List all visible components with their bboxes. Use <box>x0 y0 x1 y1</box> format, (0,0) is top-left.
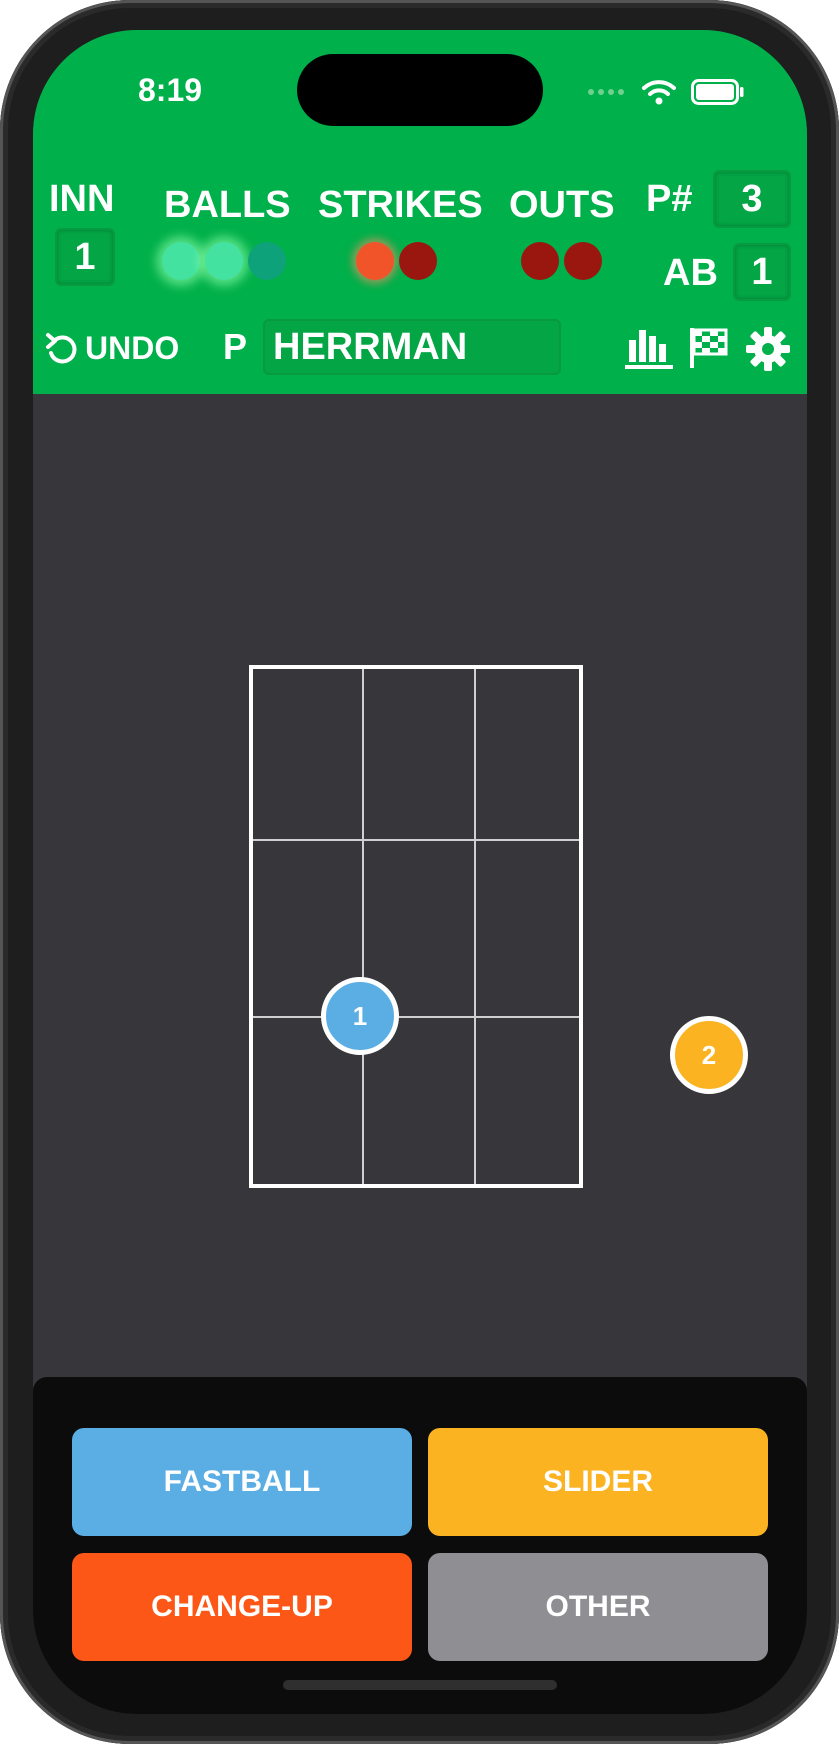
slider-button[interactable]: SLIDER <box>428 1428 768 1536</box>
pitcher-label: P <box>223 326 248 367</box>
strike-indicator-2[interactable] <box>399 242 437 280</box>
phone-frame: 8:19 INN BALLS STRIKES OUTS P# 3 1 AB 1 … <box>0 0 839 1744</box>
zone-gridline <box>253 839 579 841</box>
fastball-button[interactable]: FASTBALL <box>72 1428 412 1536</box>
home-indicator[interactable] <box>283 1680 557 1690</box>
inning-value[interactable]: 1 <box>55 228 115 286</box>
scoreboard-header: 8:19 INN BALLS STRIKES OUTS P# 3 1 AB 1 … <box>33 30 807 394</box>
battery-icon <box>691 79 744 105</box>
pitch-count-value[interactable]: 3 <box>713 170 791 228</box>
signal-dots-icon <box>588 89 624 95</box>
screen: 8:19 INN BALLS STRIKES OUTS P# 3 1 AB 1 … <box>33 30 807 1714</box>
pitch-count-label: P# <box>646 178 693 220</box>
zone-gridline <box>474 669 476 1184</box>
inning-label: INN <box>49 178 115 220</box>
undo-label: UNDO <box>85 330 180 366</box>
pitch-type-tray: FASTBALL SLIDER CHANGE-UP OTHER <box>33 1377 807 1714</box>
balls-label: BALLS <box>164 184 291 226</box>
ball-indicator-3[interactable] <box>248 242 286 280</box>
gear-icon[interactable] <box>745 326 791 372</box>
dynamic-island <box>297 54 543 126</box>
strikes-label: STRIKES <box>318 184 483 226</box>
pitcher-name: HERRMAN <box>273 325 468 368</box>
pitcher-name-field[interactable]: HERRMAN <box>263 319 561 375</box>
ball-indicator-1[interactable] <box>162 242 200 280</box>
zone-gridline <box>362 669 364 1184</box>
at-bat-value[interactable]: 1 <box>733 243 791 301</box>
pitch-marker-2[interactable]: 2 <box>670 1016 748 1094</box>
pitch-marker-1[interactable]: 1 <box>321 977 399 1055</box>
strike-indicator-1[interactable] <box>356 242 394 280</box>
other-button[interactable]: OTHER <box>428 1553 768 1661</box>
status-time: 8:19 <box>138 72 203 108</box>
outs-label: OUTS <box>509 184 615 226</box>
undo-button[interactable]: UNDO <box>45 330 179 367</box>
out-indicator-1[interactable] <box>521 242 559 280</box>
out-indicator-2[interactable] <box>564 242 602 280</box>
undo-icon <box>46 332 77 363</box>
ball-indicator-2[interactable] <box>205 242 243 280</box>
wifi-icon <box>642 80 676 105</box>
at-bat-label: AB <box>663 252 718 294</box>
checkered-flag-icon[interactable] <box>688 326 730 370</box>
stats-chart-icon[interactable] <box>625 326 673 370</box>
zone-gridline <box>253 1016 579 1018</box>
strike-zone[interactable] <box>249 665 583 1188</box>
change-up-button[interactable]: CHANGE-UP <box>72 1553 412 1661</box>
status-icons <box>587 78 745 106</box>
